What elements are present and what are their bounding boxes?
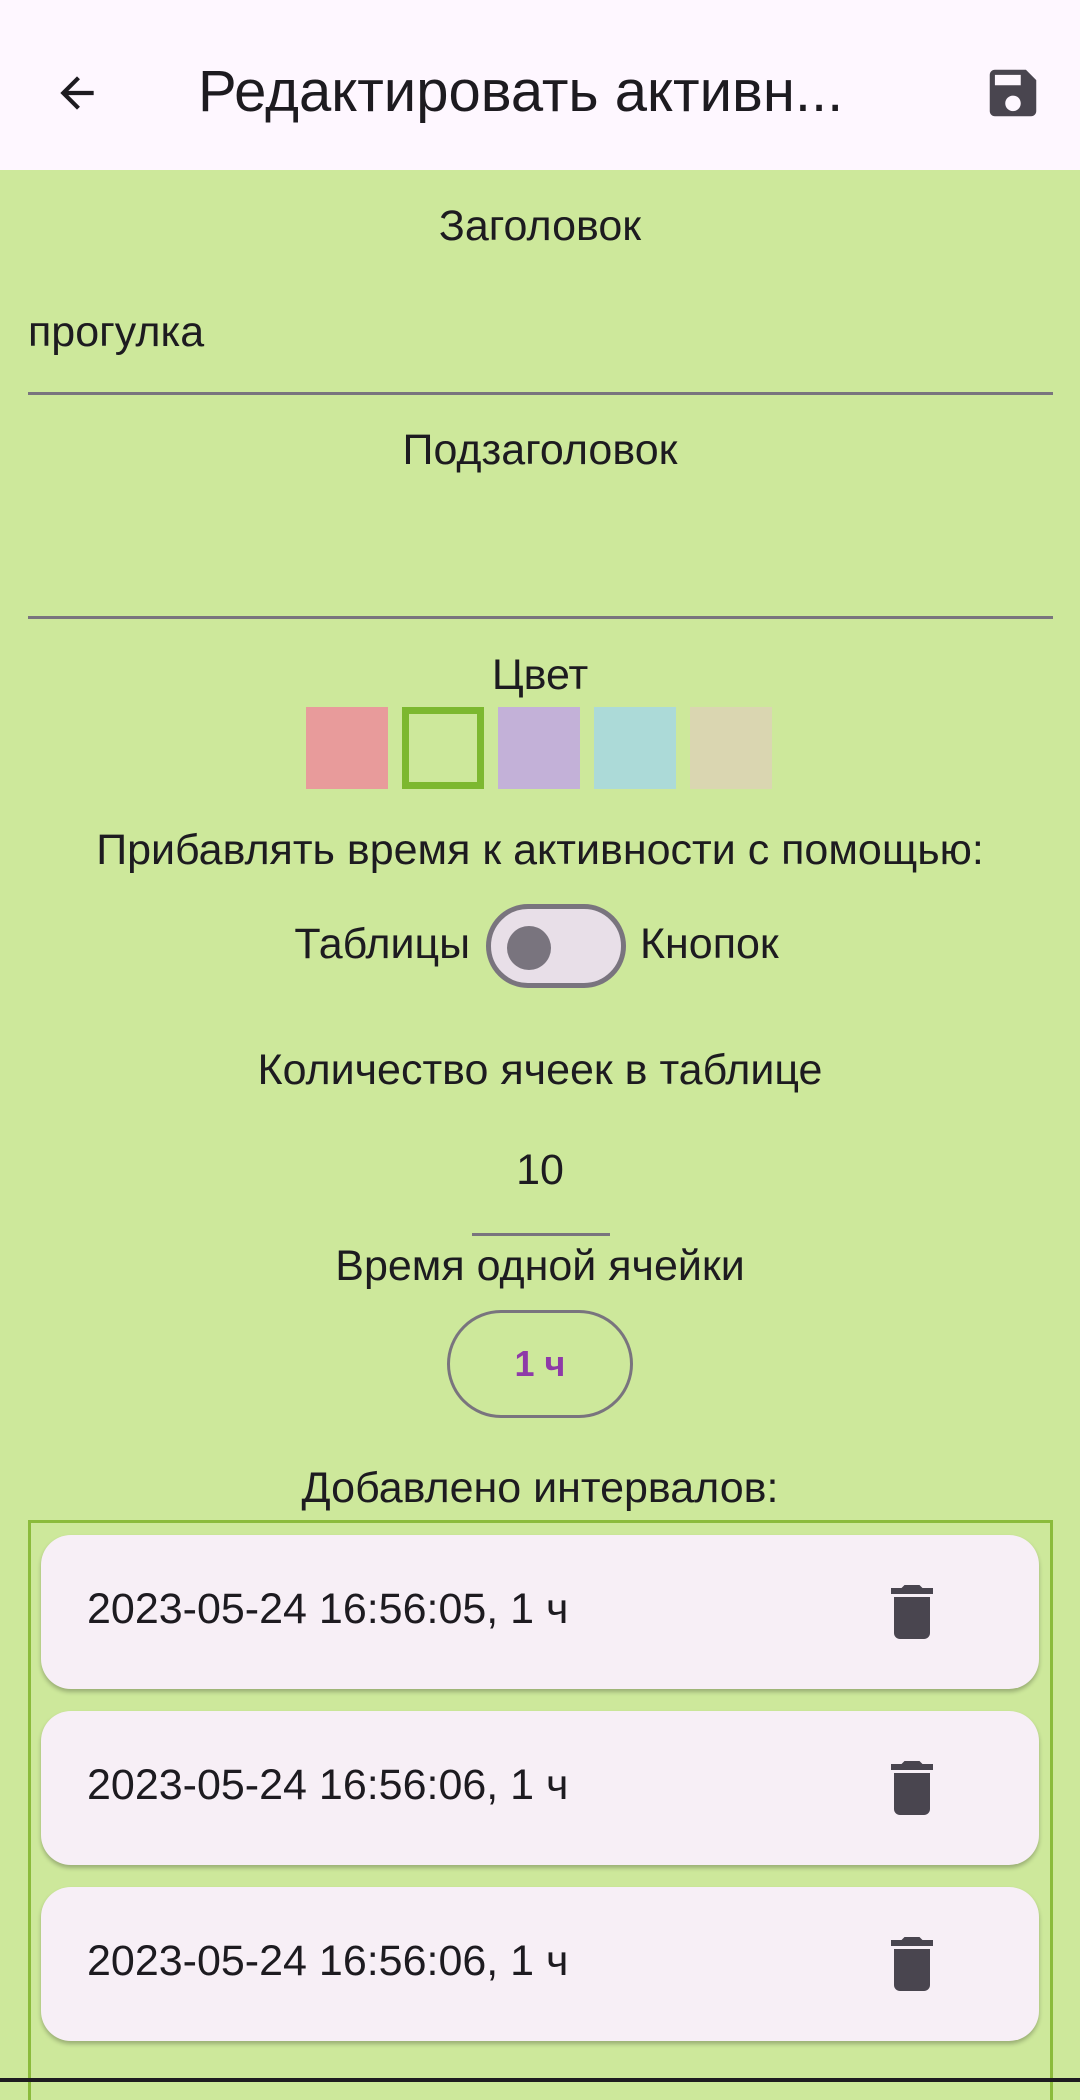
toggle-option-buttons: Кнопок <box>640 920 779 968</box>
page-title: Редактировать активн... <box>198 59 844 124</box>
title-input-value: прогулка <box>28 308 205 356</box>
color-swatch[interactable] <box>306 707 388 789</box>
interval-item-text: 2023-05-24 16:56:06, 1 ч <box>87 1761 569 1809</box>
app-bar: Редактировать активн... <box>0 0 1080 170</box>
back-button[interactable] <box>42 58 112 128</box>
cell-count-label: Количество ячеек в таблице <box>257 1046 823 1094</box>
save-button[interactable] <box>978 58 1048 128</box>
title-field-label: Заголовок <box>438 202 642 250</box>
interval-item-text: 2023-05-24 16:56:05, 1 ч <box>87 1585 569 1633</box>
floppy-disk-icon <box>989 69 1037 117</box>
interval-item: 2023-05-24 16:56:05, 1 ч <box>41 1535 1039 1689</box>
delete-interval-button[interactable] <box>877 1577 947 1647</box>
trash-icon <box>891 1761 933 1815</box>
trash-icon <box>891 1937 933 1991</box>
subtitle-field-label: Подзаголовок <box>402 426 678 474</box>
delete-interval-button[interactable] <box>877 1753 947 1823</box>
delete-interval-button[interactable] <box>877 1929 947 1999</box>
color-swatch[interactable] <box>594 707 676 789</box>
switch-thumb <box>507 926 551 970</box>
title-input[interactable]: прогулка <box>28 292 1053 395</box>
arrow-left-icon <box>60 76 94 110</box>
intervals-label: Добавлено интервалов: <box>301 1464 779 1512</box>
cell-time-button[interactable]: 1 ч <box>447 1310 633 1418</box>
add-time-switch[interactable] <box>486 904 626 988</box>
cell-count-input[interactable]: 10 <box>0 1146 1080 1195</box>
add-time-toggle-row: Таблицы Кнопок <box>0 900 1080 992</box>
interval-item: 2023-05-24 16:56:06, 1 ч <box>41 1887 1039 2041</box>
cell-count-underline <box>472 1233 610 1236</box>
color-swatch[interactable] <box>690 707 772 789</box>
color-swatch[interactable] <box>498 707 580 789</box>
bottom-divider <box>0 2078 1080 2082</box>
trash-icon <box>891 1585 933 1639</box>
interval-item: 2023-05-24 16:56:06, 1 ч <box>41 1711 1039 1865</box>
color-label: Цвет <box>491 651 589 699</box>
toggle-option-tables: Таблицы <box>294 920 470 968</box>
add-time-label: Прибавлять время к активности с помощью: <box>96 826 984 874</box>
interval-item-text: 2023-05-24 16:56:06, 1 ч <box>87 1937 569 1985</box>
cell-time-label: Время одной ячейки <box>335 1242 745 1290</box>
subtitle-input[interactable] <box>28 516 1053 619</box>
color-swatches <box>306 707 776 789</box>
color-swatch[interactable] <box>402 707 484 789</box>
